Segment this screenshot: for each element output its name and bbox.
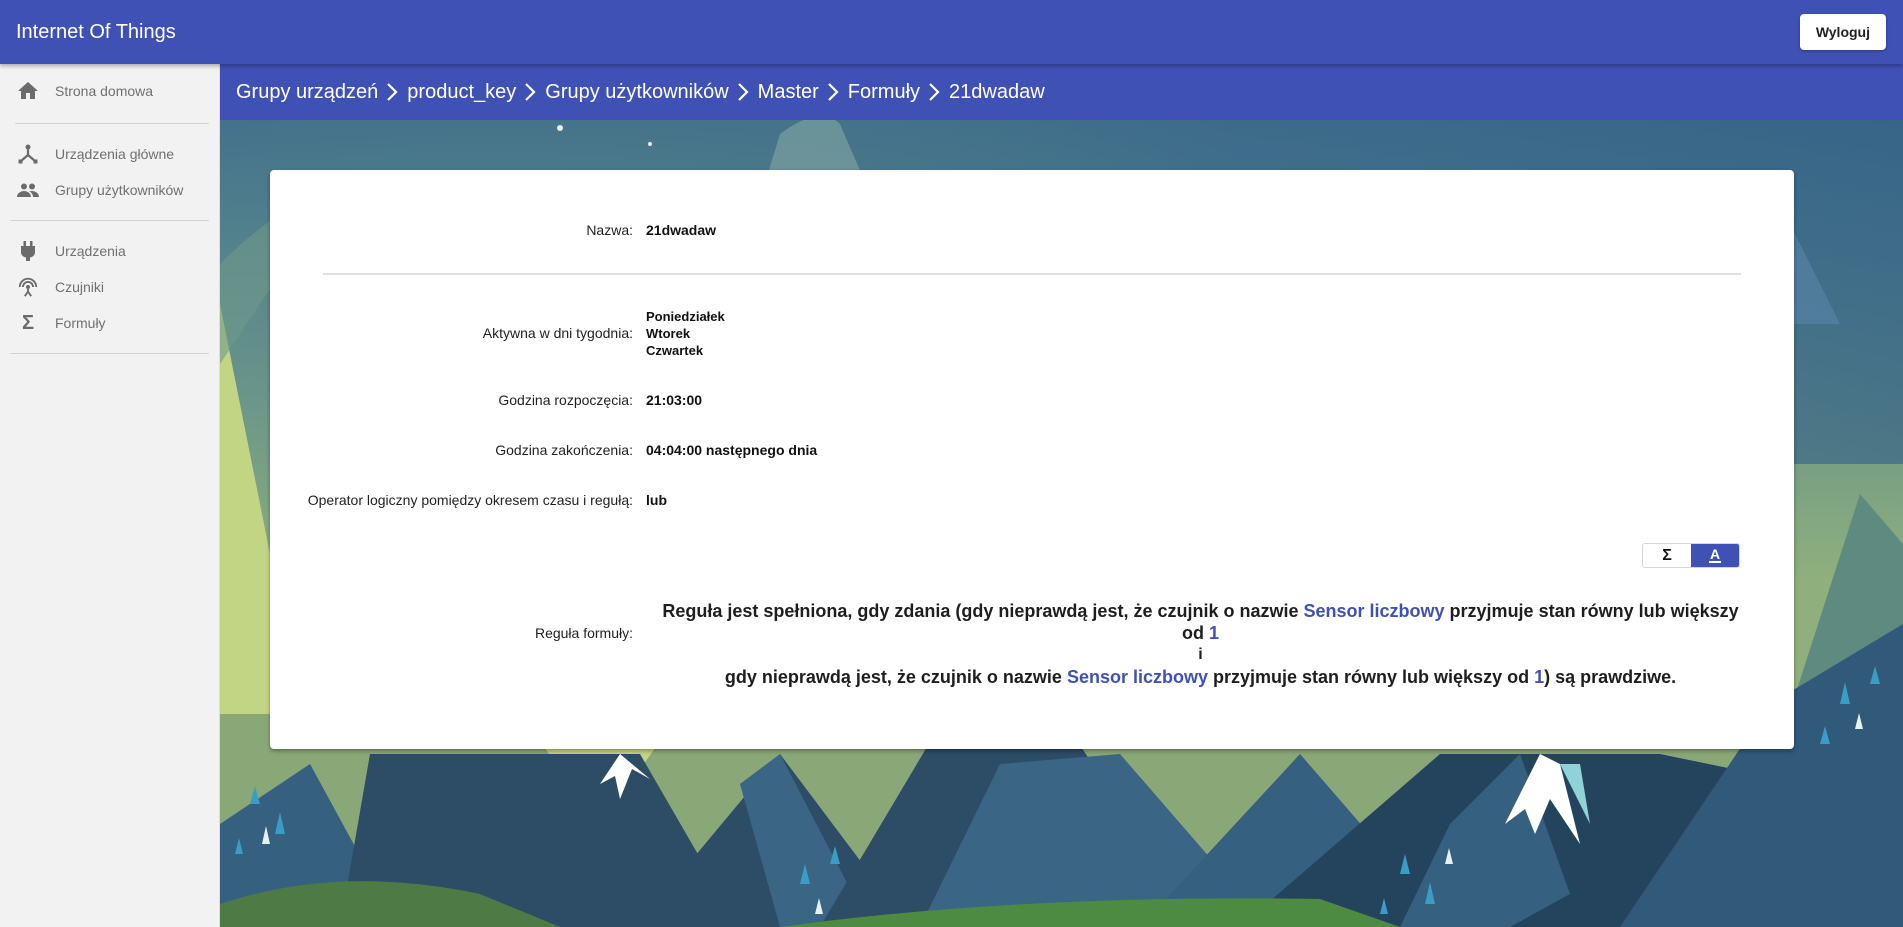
- sidebar: Strona domowa Urządzenia główne Grupy uż…: [0, 64, 220, 927]
- rule-line-2: gdy nieprawdą jest, że czujnik o nazwie …: [659, 666, 1742, 688]
- sidebar-item-label: Czujniki: [55, 279, 105, 295]
- home-icon: [17, 80, 39, 102]
- plug-icon: [17, 240, 39, 262]
- name-row: Nazwa: 21dwadaw: [270, 222, 1794, 238]
- end-time-value: 04:04:00 następnego dnia: [646, 442, 818, 458]
- sigma-icon: Σ: [21, 311, 34, 334]
- people-icon: [17, 179, 39, 201]
- days-row: Aktywna w dni tygodnia: Poniedziałek Wto…: [270, 308, 1794, 359]
- formula-view-button[interactable]: Σ: [1643, 544, 1691, 567]
- sidebar-item-user-groups[interactable]: Grupy użytkowników: [0, 172, 219, 208]
- name-label: Nazwa:: [586, 222, 633, 238]
- day-item: Poniedziałek: [646, 309, 725, 324]
- chevron-right-icon: [524, 82, 536, 102]
- operator-row: Operator logiczny pomiędzy okresem czasu…: [270, 492, 1794, 508]
- app-bar: Internet Of Things Wyloguj: [0, 0, 1903, 64]
- end-time-label: Godzina zakończenia:: [495, 442, 633, 458]
- sidebar-item-label: Grupy użytkowników: [55, 182, 184, 198]
- rule-line-1: Reguła jest spełniona, gdy zdania (gdy n…: [659, 600, 1742, 644]
- breadcrumb: Grupy urządzeń product_key Grupy użytkow…: [220, 64, 1903, 120]
- threshold-value: 1: [1534, 667, 1545, 687]
- rule-connector: i: [1198, 646, 1203, 663]
- operator-value: lub: [646, 492, 667, 508]
- breadcrumb-item[interactable]: Grupy urządzeń: [236, 81, 378, 104]
- threshold-value: 1: [1208, 623, 1219, 643]
- sidebar-item-sensors[interactable]: Czujniki: [0, 269, 219, 305]
- sigma-icon: Σ: [1662, 546, 1672, 564]
- operator-label: Operator logiczny pomiędzy okresem czasu…: [307, 492, 633, 508]
- breadcrumb-current: 21dwadaw: [949, 80, 1045, 103]
- chevron-right-icon: [386, 82, 398, 102]
- day-item: Wtorek: [646, 326, 691, 341]
- rule-text-segment: ) są prawdziwe.: [1544, 667, 1677, 687]
- rule-text: Reguła jest spełniona, gdy zdania (gdy n…: [659, 600, 1742, 688]
- start-time-value: 21:03:00: [646, 392, 703, 408]
- breadcrumb-item[interactable]: Formuły: [848, 81, 920, 104]
- view-toggle: Σ A: [1642, 543, 1740, 568]
- sidebar-item-home[interactable]: Strona domowa: [0, 73, 219, 109]
- rule-text-segment: przyjmuje stan równy lub większy od: [1208, 667, 1535, 687]
- name-value: 21dwadaw: [646, 222, 717, 238]
- sidebar-item-devices[interactable]: Urządzenia: [0, 233, 219, 269]
- logout-button[interactable]: Wyloguj: [1799, 14, 1886, 50]
- hub-icon: [17, 143, 39, 165]
- sidebar-item-label: Urządzenia: [55, 243, 126, 259]
- sidebar-divider: [10, 353, 209, 354]
- chevron-right-icon: [928, 82, 940, 102]
- end-time-row: Godzina zakończenia: 04:04:00 następnego…: [270, 442, 1794, 458]
- start-time-label: Godzina rozpoczęcia:: [498, 392, 633, 408]
- breadcrumb-item[interactable]: Grupy użytkowników: [545, 81, 728, 104]
- rule-text-segment: gdy nieprawdą jest, że czujnik o nazwie: [724, 667, 1067, 687]
- sidebar-item-label: Urządzenia główne: [55, 146, 175, 162]
- chevron-right-icon: [827, 82, 839, 102]
- days-list: Poniedziałek Wtorek Czwartek: [646, 308, 725, 359]
- sidebar-item-label: Formuły: [55, 315, 106, 331]
- breadcrumb-item[interactable]: Master: [758, 81, 819, 104]
- text-format-icon: A: [1708, 546, 1722, 563]
- text-view-button[interactable]: A: [1691, 544, 1739, 567]
- app-title: Internet Of Things: [16, 20, 176, 43]
- rule-label: Reguła formuły:: [534, 625, 633, 641]
- days-label: Aktywna w dni tygodnia:: [482, 325, 633, 341]
- day-item: Czwartek: [646, 343, 704, 358]
- breadcrumb-item[interactable]: product_key: [407, 81, 516, 104]
- rule-text-segment: Reguła jest spełniona, gdy zdania (gdy n…: [662, 601, 1304, 621]
- sidebar-item-main-devices[interactable]: Urządzenia główne: [0, 136, 219, 172]
- start-time-row: Godzina rozpoczęcia: 21:03:00: [270, 392, 1794, 408]
- sensor-link[interactable]: Sensor liczbowy: [1304, 601, 1445, 621]
- sidebar-item-label: Strona domowa: [55, 83, 154, 99]
- section-divider: [323, 273, 1741, 275]
- sidebar-item-formulas[interactable]: Σ Formuły: [0, 305, 219, 341]
- sensor-icon: [17, 276, 39, 298]
- formula-details-card: Nazwa: 21dwadaw Aktywna w dni tygodnia: …: [270, 170, 1794, 749]
- chevron-right-icon: [737, 82, 749, 102]
- sensor-link[interactable]: Sensor liczbowy: [1067, 667, 1208, 687]
